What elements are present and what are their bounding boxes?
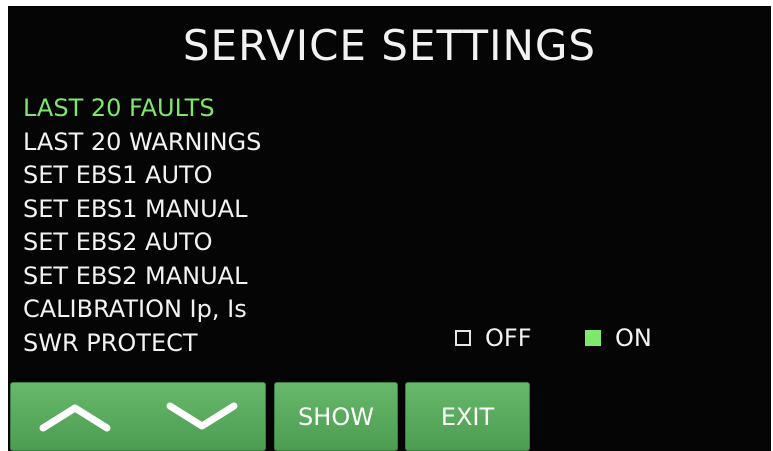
service-menu: LAST 20 FAULTS LAST 20 WARNINGS SET EBS1… xyxy=(23,92,261,360)
navigation-button[interactable] xyxy=(10,382,266,451)
chevron-down-icon[interactable] xyxy=(162,400,242,434)
menu-item-last-20-warnings[interactable]: LAST 20 WARNINGS xyxy=(23,126,261,160)
menu-item-last-20-faults[interactable]: LAST 20 FAULTS xyxy=(23,92,261,126)
menu-item-set-ebs2-auto[interactable]: SET EBS2 AUTO xyxy=(23,226,261,260)
swr-protect-on-option[interactable]: ON xyxy=(585,324,652,352)
off-label: OFF xyxy=(485,324,532,352)
on-label: ON xyxy=(615,324,652,352)
swr-protect-off-option[interactable]: OFF xyxy=(455,324,532,352)
on-checkbox[interactable] xyxy=(585,330,601,346)
exit-button[interactable]: EXIT xyxy=(405,382,530,451)
service-settings-screen: SERVICE SETTINGS LAST 20 FAULTS LAST 20 … xyxy=(8,6,771,451)
chevron-up-icon[interactable] xyxy=(35,400,115,434)
menu-item-set-ebs1-manual[interactable]: SET EBS1 MANUAL xyxy=(23,193,261,227)
off-checkbox[interactable] xyxy=(455,330,471,346)
menu-item-swr-protect[interactable]: SWR PROTECT xyxy=(23,327,261,361)
menu-item-calibration[interactable]: CALIBRATION Ip, Is xyxy=(23,293,261,327)
menu-item-set-ebs2-manual[interactable]: SET EBS2 MANUAL xyxy=(23,260,261,294)
menu-item-set-ebs1-auto[interactable]: SET EBS1 AUTO xyxy=(23,159,261,193)
page-title: SERVICE SETTINGS xyxy=(182,21,597,70)
show-button[interactable]: SHOW xyxy=(274,382,398,451)
